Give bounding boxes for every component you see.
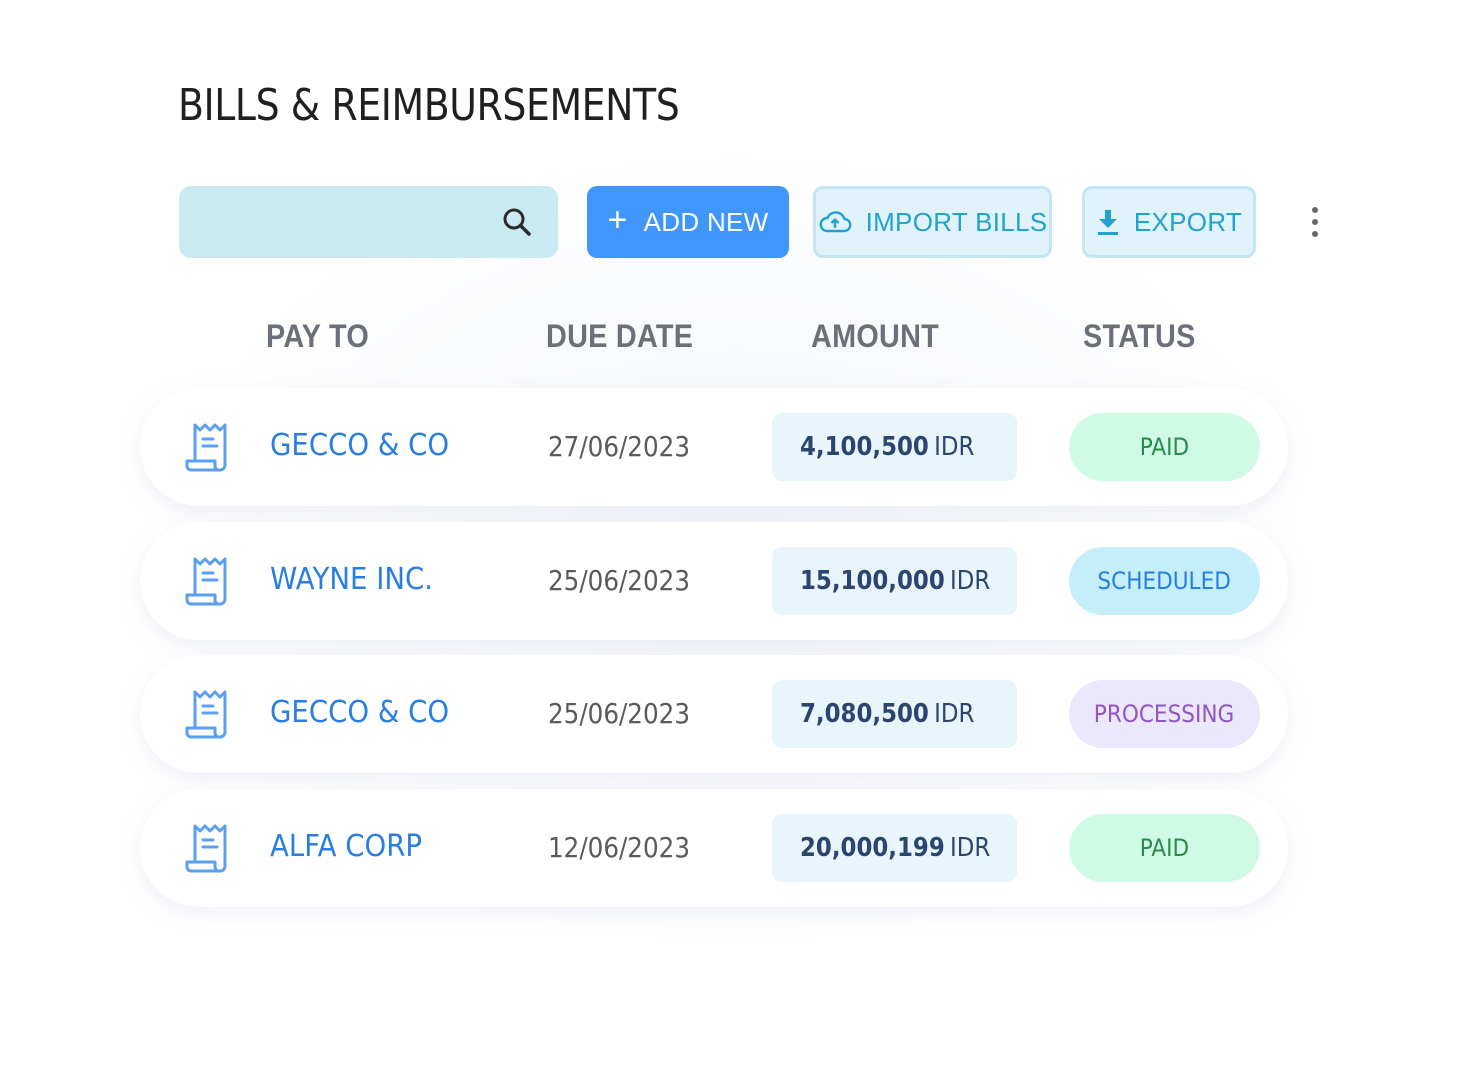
- status-label: PROCESSING: [1094, 700, 1235, 728]
- table-row[interactable]: GECCO & CO 27/06/2023 4,100,500 IDR PAID: [140, 388, 1288, 506]
- amount-currency: IDR: [934, 432, 975, 462]
- plus-icon: +: [607, 201, 628, 239]
- due-date: 27/06/2023: [548, 430, 691, 463]
- amount-box: 7,080,500 IDR: [772, 680, 1017, 748]
- receipt-icon: [185, 423, 227, 472]
- table-row[interactable]: WAYNE INC. 25/06/2023 15,100,000 IDR SCHE…: [140, 522, 1288, 640]
- amount-value: 7,080,500: [800, 699, 929, 729]
- cloud-upload-icon: [819, 211, 852, 233]
- amount-currency: IDR: [950, 566, 991, 596]
- page-title: BILLS & REIMBURSEMENTS: [178, 80, 680, 131]
- add-new-label: ADD NEW: [643, 206, 769, 237]
- amount-box: 15,100,000 IDR: [772, 547, 1017, 615]
- amount-box: 4,100,500 IDR: [772, 413, 1017, 481]
- status-label: PAID: [1139, 433, 1190, 461]
- receipt-icon: [185, 557, 227, 606]
- amount-currency: IDR: [934, 699, 975, 729]
- import-bills-label: IMPORT BILLS: [865, 206, 1048, 237]
- search-icon[interactable]: [501, 206, 533, 238]
- status-badge[interactable]: PAID: [1069, 413, 1260, 481]
- import-bills-button[interactable]: IMPORT BILLS: [813, 186, 1052, 258]
- due-date: 25/06/2023: [548, 697, 691, 730]
- amount-value: 15,100,000: [800, 566, 945, 596]
- pay-to-link[interactable]: WAYNE INC.: [270, 562, 433, 597]
- status-badge[interactable]: PROCESSING: [1069, 680, 1260, 748]
- more-vertical-icon-dot: [1312, 231, 1318, 237]
- amount-box: 20,000,199 IDR: [772, 814, 1017, 882]
- table-row[interactable]: GECCO & CO 25/06/2023 7,080,500 IDR PROCE…: [140, 655, 1288, 773]
- table-row[interactable]: ALFA CORP 12/06/2023 20,000,199 IDR PAID: [140, 789, 1288, 907]
- status-badge[interactable]: PAID: [1069, 814, 1260, 882]
- pay-to-link[interactable]: GECCO & CO: [270, 428, 449, 463]
- pay-to-link[interactable]: GECCO & CO: [270, 695, 449, 730]
- search-field[interactable]: [179, 186, 558, 258]
- download-icon: [1097, 210, 1118, 235]
- export-button[interactable]: EXPORT: [1082, 186, 1256, 258]
- column-header-amount[interactable]: AMOUNT: [811, 318, 939, 355]
- status-label: PAID: [1139, 834, 1190, 862]
- column-header-due-date[interactable]: DUE DATE: [546, 318, 693, 355]
- column-header-status[interactable]: STATUS: [1083, 318, 1196, 355]
- column-header-pay-to[interactable]: PAY TO: [266, 318, 369, 355]
- status-label: SCHEDULED: [1097, 567, 1232, 595]
- amount-value: 20,000,199: [800, 833, 945, 863]
- due-date: 25/06/2023: [548, 564, 691, 597]
- export-label: EXPORT: [1133, 206, 1243, 237]
- more-vertical-icon-dot: [1312, 207, 1318, 213]
- add-new-button[interactable]: + ADD NEW: [587, 186, 789, 258]
- status-badge[interactable]: SCHEDULED: [1069, 547, 1260, 615]
- amount-value: 4,100,500: [800, 432, 929, 462]
- more-vertical-icon-dot: [1312, 219, 1318, 225]
- pay-to-link[interactable]: ALFA CORP: [270, 829, 422, 864]
- receipt-icon: [185, 690, 227, 739]
- receipt-icon: [185, 824, 227, 873]
- due-date: 12/06/2023: [548, 831, 691, 864]
- more-options-button[interactable]: [1300, 200, 1330, 244]
- amount-currency: IDR: [950, 833, 991, 863]
